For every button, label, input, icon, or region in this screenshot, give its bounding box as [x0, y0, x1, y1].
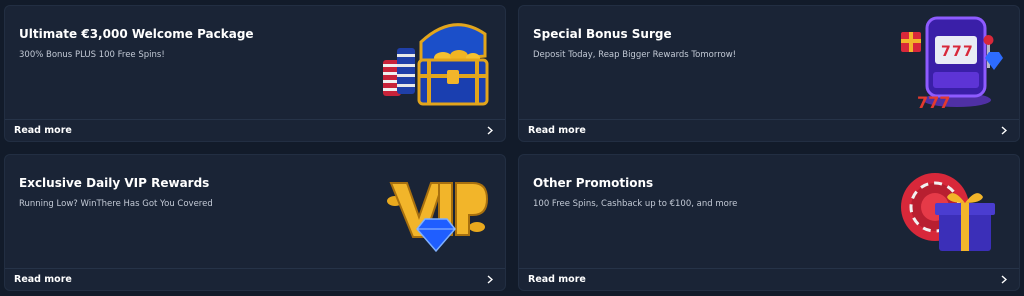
chevron-right-icon [999, 275, 1009, 285]
chevron-right-icon [999, 126, 1009, 136]
chip-gift-icon [895, 161, 1005, 263]
promo-card-other-promotions[interactable]: Other Promotions 100 Free Spins, Cashbac… [518, 154, 1020, 291]
promo-subtitle: 300% Bonus PLUS 100 Free Spins! [19, 50, 165, 60]
promo-card-vip-rewards[interactable]: Exclusive Daily VIP Rewards Running Low?… [4, 154, 506, 291]
promotions-grid: Ultimate €3,000 Welcome Package 300% Bon… [4, 5, 1020, 291]
promo-card-body: Other Promotions 100 Free Spins, Cashbac… [519, 155, 1019, 269]
read-more-label: Read more [528, 274, 586, 285]
promo-title: Exclusive Daily VIP Rewards [19, 176, 210, 190]
promo-title: Ultimate €3,000 Welcome Package [19, 27, 254, 41]
svg-text:7: 7 [952, 44, 962, 60]
read-more-link[interactable]: Read more [519, 268, 1019, 290]
promo-card-welcome[interactable]: Ultimate €3,000 Welcome Package 300% Bon… [4, 5, 506, 142]
promo-card-bonus-surge[interactable]: Special Bonus Surge Deposit Today, Reap … [518, 5, 1020, 142]
read-more-link[interactable]: Read more [5, 268, 505, 290]
svg-text:7: 7 [963, 44, 973, 60]
chevron-right-icon [485, 275, 495, 285]
read-more-label: Read more [14, 274, 72, 285]
treasure-chest-icon [381, 12, 491, 114]
svg-text:7: 7 [941, 44, 951, 60]
promo-card-body: Exclusive Daily VIP Rewards Running Low?… [5, 155, 505, 269]
promo-subtitle: Running Low? WinThere Has Got You Covere… [19, 199, 213, 209]
chevron-right-icon [485, 126, 495, 136]
promo-title: Special Bonus Surge [533, 27, 672, 41]
promo-title: Other Promotions [533, 176, 654, 190]
promo-subtitle: Deposit Today, Reap Bigger Rewards Tomor… [533, 50, 737, 60]
promo-subtitle: 100 Free Spins, Cashback up to €100, and… [533, 199, 738, 209]
read-more-link[interactable]: Read more [5, 119, 505, 141]
promo-card-body: Special Bonus Surge Deposit Today, Reap … [519, 6, 1019, 120]
svg-text:777: 777 [917, 93, 950, 112]
promo-card-body: Ultimate €3,000 Welcome Package 300% Bon… [5, 6, 505, 120]
read-more-link[interactable]: Read more [519, 119, 1019, 141]
read-more-label: Read more [528, 125, 586, 136]
read-more-label: Read more [14, 125, 72, 136]
slot-machine-icon: 7 7 7 777 [895, 12, 1005, 114]
vip-diamond-icon [381, 161, 491, 263]
